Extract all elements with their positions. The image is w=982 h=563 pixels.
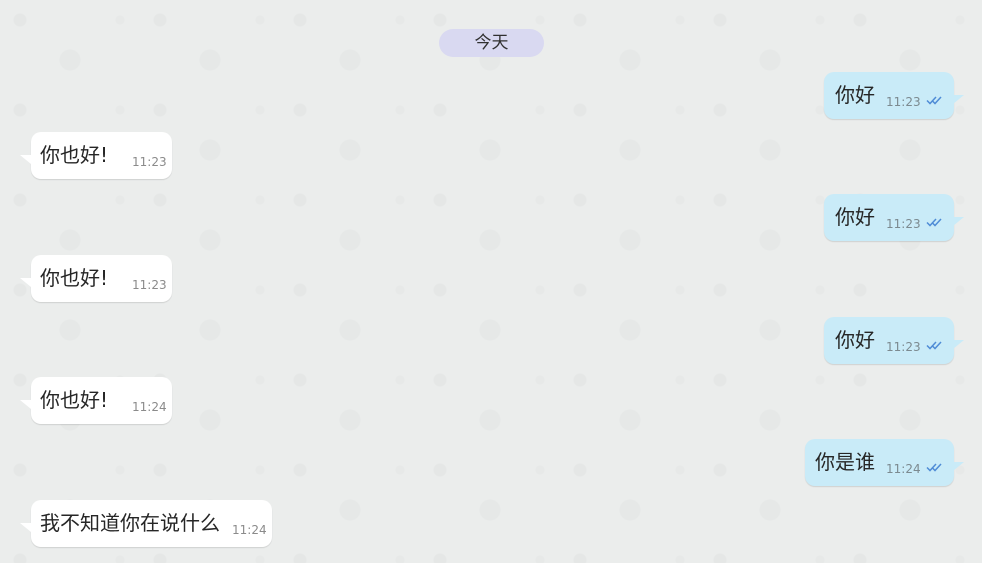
double-check-icon	[926, 341, 942, 350]
message-bubble-outgoing[interactable]: 你是谁 11:24	[805, 439, 964, 486]
message-text: 你是谁	[815, 450, 875, 474]
date-separator: 今天	[439, 29, 544, 57]
message-bubble-incoming[interactable]: 我不知道你在说什么 11:24	[20, 500, 272, 547]
message-text: 我不知道你在说什么	[40, 511, 220, 535]
message-text: 你也好!	[40, 388, 109, 412]
double-check-icon	[926, 218, 942, 227]
message-time: 11:23	[886, 95, 921, 109]
message-text: 你也好!	[40, 266, 109, 290]
message-bubble-outgoing[interactable]: 你好 11:23	[824, 72, 964, 119]
message-time: 11:23	[132, 278, 167, 292]
message-time: 11:23	[132, 155, 167, 169]
chat-area: 今天 你好 11:23 你也好! 11:23 你好 11:23 你也好! 11:…	[0, 0, 982, 563]
double-check-icon	[926, 463, 942, 472]
message-bubble-incoming[interactable]: 你也好! 11:23	[20, 255, 172, 302]
message-bubble-incoming[interactable]: 你也好! 11:24	[20, 377, 172, 424]
message-bubble-outgoing[interactable]: 你好 11:23	[824, 317, 964, 364]
message-bubble-outgoing[interactable]: 你好 11:23	[824, 194, 964, 241]
message-time: 11:24	[132, 400, 167, 414]
double-check-icon	[926, 96, 942, 105]
message-text: 你也好!	[40, 143, 109, 167]
message-text: 你好	[835, 205, 875, 229]
message-time: 11:24	[232, 523, 267, 537]
message-text: 你好	[835, 328, 875, 352]
message-bubble-incoming[interactable]: 你也好! 11:23	[20, 132, 172, 179]
message-time: 11:23	[886, 217, 921, 231]
message-time: 11:23	[886, 340, 921, 354]
message-text: 你好	[835, 83, 875, 107]
message-time: 11:24	[886, 462, 921, 476]
